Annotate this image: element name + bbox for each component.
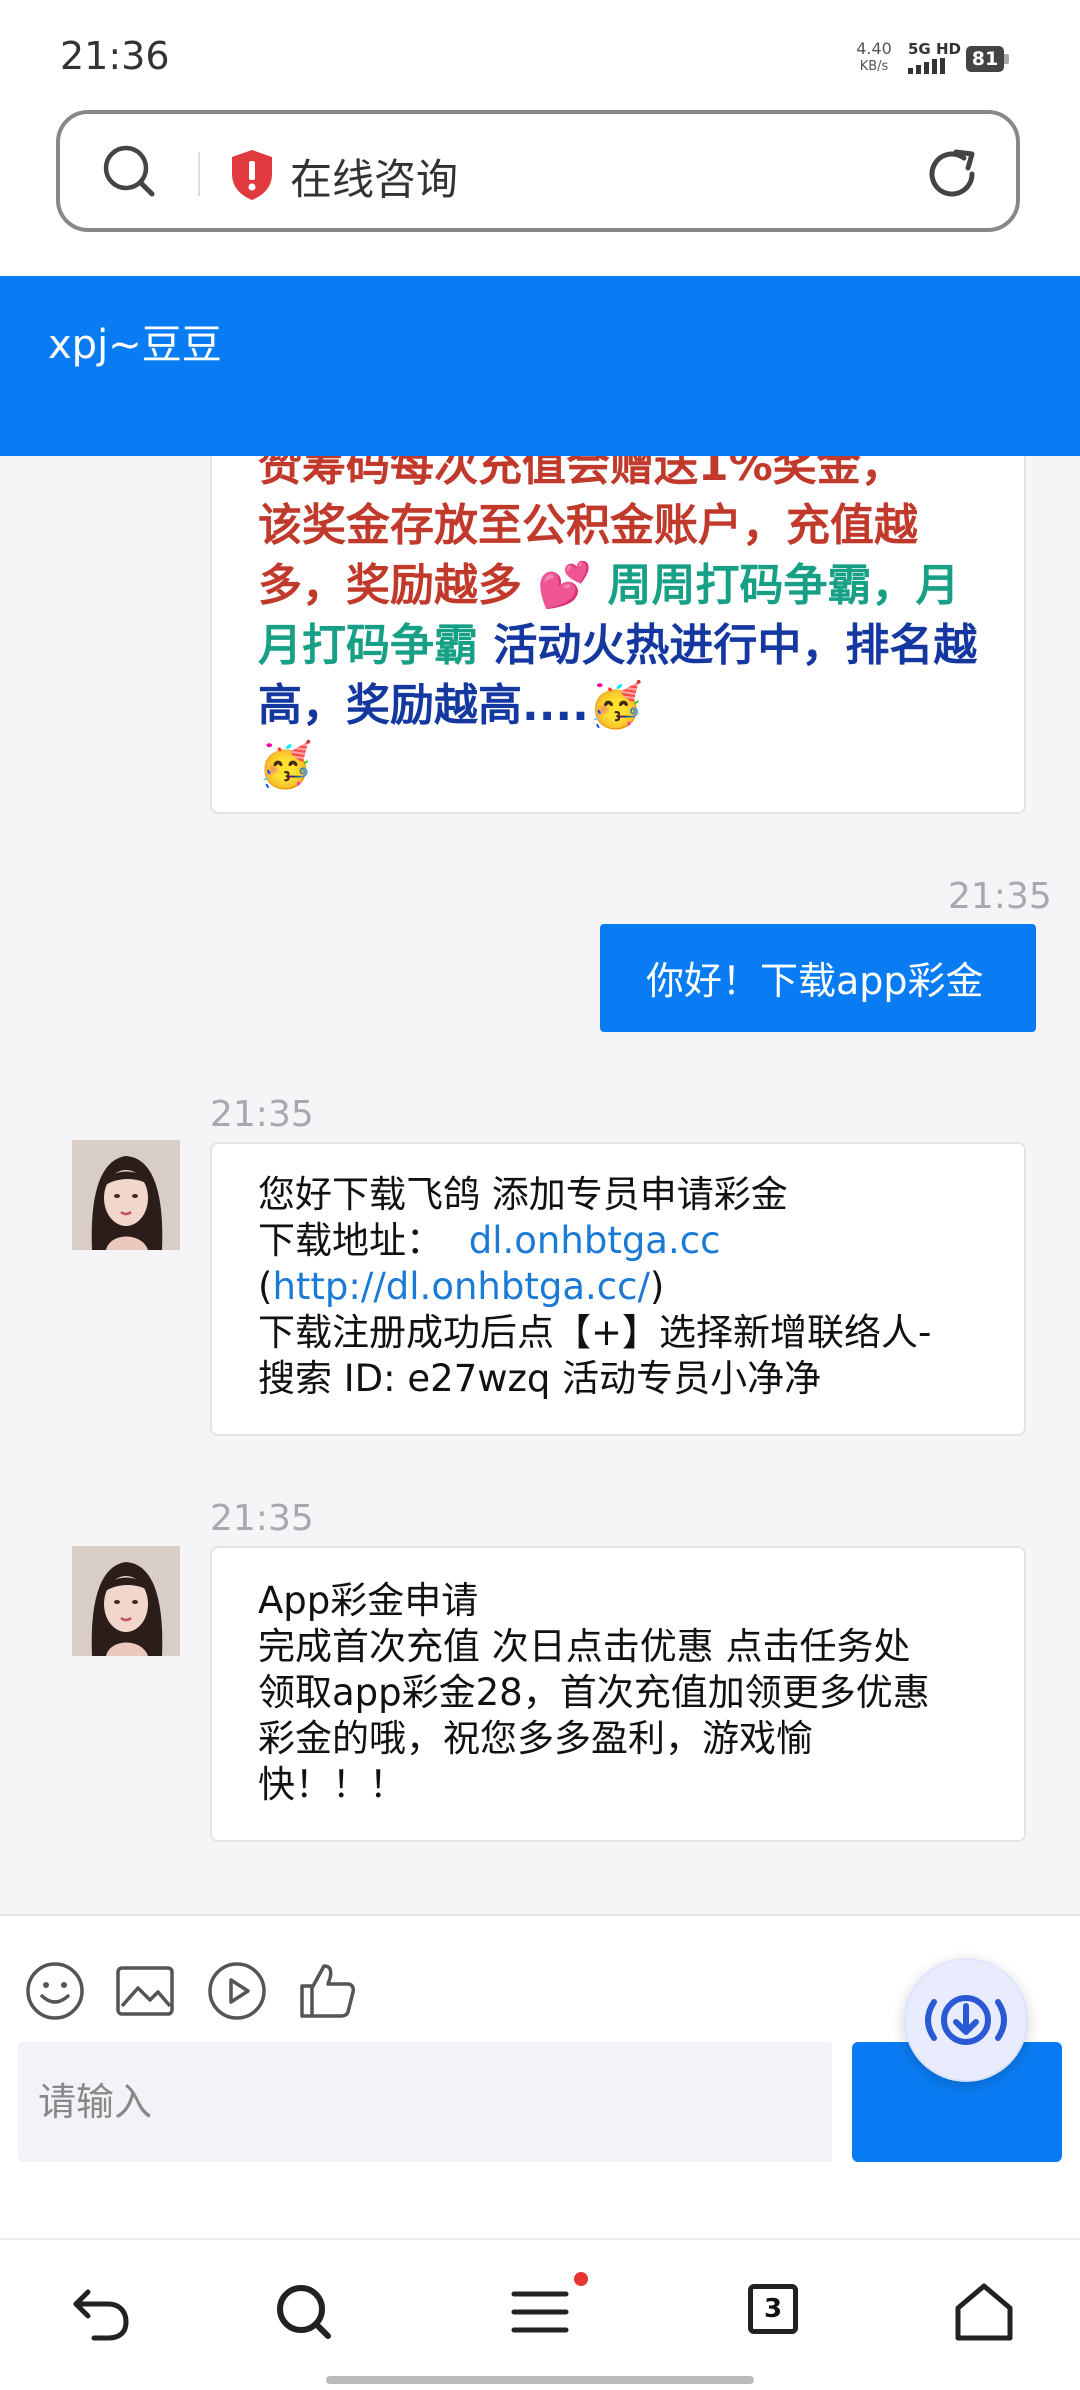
heart-emoji: 💕 bbox=[537, 560, 593, 611]
message-line: (http://dl.onhbtga.cc/) bbox=[258, 1264, 664, 1310]
message-line: 搜索 ID: e27wzq 活动专员小净净 bbox=[258, 1357, 822, 1400]
back-icon[interactable] bbox=[68, 2280, 132, 2344]
message-line: 快！！！ bbox=[258, 1763, 406, 1806]
download-label: 下载地址： bbox=[258, 1219, 443, 1262]
download-link[interactable]: dl.onhbtga.cc bbox=[469, 1219, 721, 1262]
network-type: 5G HD bbox=[908, 40, 961, 58]
video-icon[interactable] bbox=[206, 1960, 268, 2022]
agent-name: xpj~豆豆 bbox=[48, 322, 222, 368]
search-icon[interactable] bbox=[100, 142, 160, 202]
download-url-link[interactable]: http://dl.onhbtga.cc/ bbox=[272, 1265, 649, 1308]
message-line: 您好下载飞鸽 添加专员申请彩金 bbox=[258, 1173, 788, 1216]
message-input[interactable] bbox=[18, 2042, 832, 2162]
outgoing-message-text: 你好！下载app彩金 bbox=[646, 959, 984, 1003]
message-line: 彩金的哦，祝您多多盈利，游戏愉 bbox=[258, 1717, 813, 1760]
emoji-icon[interactable] bbox=[24, 1960, 86, 2022]
address-bar[interactable] bbox=[56, 110, 1020, 232]
page-title: 在线咨询 bbox=[290, 155, 459, 204]
home-indicator[interactable] bbox=[326, 2376, 754, 2384]
message-line: 下载注册成功后点【+】选择新增联络人- bbox=[258, 1311, 932, 1354]
download-fab[interactable] bbox=[904, 1958, 1028, 2082]
network-speed: 4.40 KB/s bbox=[852, 40, 896, 76]
message-line: 下载地址： dl.onhbtga.cc bbox=[258, 1218, 720, 1264]
message-line: 领取app彩金28，首次充值加领更多优惠 bbox=[258, 1671, 930, 1714]
status-time: 21:36 bbox=[60, 34, 170, 78]
agent-avatar[interactable] bbox=[72, 1546, 180, 1656]
home-icon[interactable] bbox=[952, 2280, 1016, 2344]
tabs-button[interactable]: 3 bbox=[748, 2284, 798, 2334]
message-line: App彩金申请 bbox=[258, 1579, 479, 1622]
menu-icon[interactable] bbox=[508, 2280, 572, 2344]
search-icon[interactable] bbox=[272, 2280, 336, 2344]
like-icon[interactable] bbox=[296, 1960, 358, 2022]
network-speed-unit: KB/s bbox=[859, 59, 889, 74]
promo-text: 该奖金存放至公积金账户，充值越多，奖励越多 💕 周周打码争霸，月月打码争霸 活动… bbox=[258, 496, 998, 796]
notification-dot bbox=[574, 2272, 588, 2286]
image-icon[interactable] bbox=[114, 1960, 176, 2022]
battery-tip bbox=[1004, 54, 1009, 64]
message-line: 完成首次充值 次日点击优惠 点击任务处 bbox=[258, 1625, 911, 1668]
party-emoji: 🥳 bbox=[588, 680, 644, 731]
party-emoji: 🥳 bbox=[258, 740, 313, 791]
network-speed-value: 4.40 bbox=[856, 39, 892, 58]
refresh-icon[interactable] bbox=[926, 144, 982, 204]
agent-avatar[interactable] bbox=[72, 1140, 180, 1250]
paren-close: ) bbox=[649, 1265, 665, 1308]
address-divider bbox=[198, 152, 200, 196]
message-timestamp: 21:35 bbox=[210, 1094, 314, 1135]
battery-level: 81 bbox=[966, 46, 1004, 72]
message-timestamp: 21:35 bbox=[948, 876, 1052, 917]
signal-icon bbox=[908, 58, 945, 74]
paren-open: ( bbox=[258, 1265, 273, 1308]
message-timestamp: 21:35 bbox=[210, 1498, 314, 1539]
shield-icon bbox=[232, 150, 272, 200]
